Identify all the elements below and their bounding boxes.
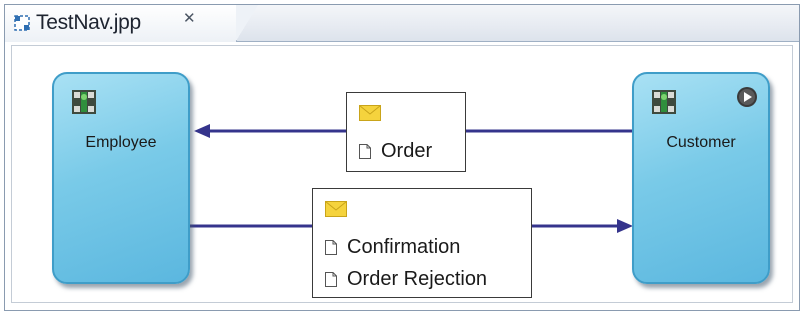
message-item-label: Order xyxy=(381,139,433,162)
tab-title: TestNav.jpp xyxy=(36,11,141,34)
arrowhead-to-customer xyxy=(617,219,633,233)
node-label-employee: Employee xyxy=(85,134,157,151)
run-icon[interactable] xyxy=(736,86,758,108)
node-employee[interactable]: Employee xyxy=(52,72,190,284)
document-icon xyxy=(325,271,337,287)
document-icon xyxy=(325,239,337,255)
close-icon[interactable]: ✕ xyxy=(183,11,197,26)
editor-tab-bar: TestNav.jpp ✕ xyxy=(5,5,799,42)
message-reply[interactable]: Confirmation Order Rejection xyxy=(312,188,532,298)
envelope-icon xyxy=(325,201,347,217)
editor-frame: TestNav.jpp ✕ Employee Customer Order Co… xyxy=(4,4,800,311)
message-order[interactable]: Order xyxy=(346,92,466,172)
node-customer[interactable]: Customer xyxy=(632,72,770,284)
message-item-label: Confirmation xyxy=(347,235,461,258)
message-item: Order Rejection xyxy=(325,265,487,293)
message-item: Confirmation xyxy=(325,233,460,261)
node-label-customer: Customer xyxy=(666,134,736,151)
document-icon xyxy=(359,143,371,159)
diagram-file-icon xyxy=(14,15,30,31)
role-icon xyxy=(652,90,676,114)
diagram-canvas[interactable]: Employee Customer Order Confirmation Ord… xyxy=(11,45,793,303)
arrowhead-to-employee xyxy=(194,124,210,138)
envelope-icon xyxy=(359,105,381,121)
message-item-label: Order Rejection xyxy=(347,267,488,290)
message-item: Order xyxy=(359,137,432,165)
tab-testnav[interactable]: TestNav.jpp ✕ xyxy=(5,5,258,42)
role-icon xyxy=(72,90,96,114)
